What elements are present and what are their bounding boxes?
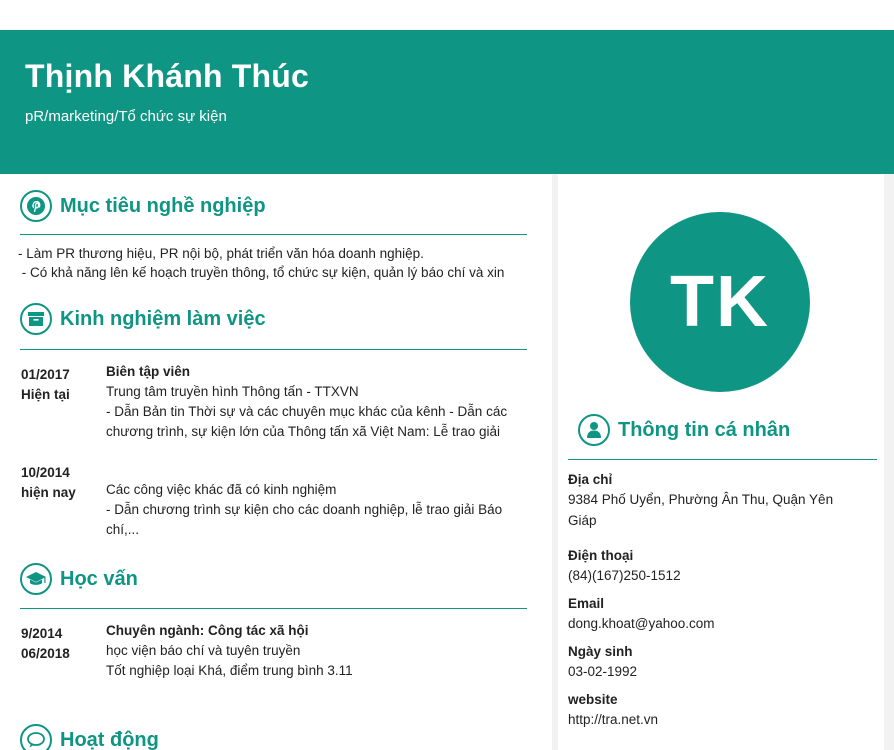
personal-divider [568, 459, 877, 460]
experience-1-end: Hiện tại [21, 387, 70, 402]
section-objective-title: Mục tiêu nghề nghiệp [60, 194, 266, 217]
section-experience-header: Kinh nghiệm làm việc [20, 303, 266, 335]
experience-2-desc-1: - Dẫn chương trình sự kiện cho các doanh… [106, 502, 503, 517]
education-1-end: 06/2018 [21, 646, 70, 661]
education-1-school: học viện báo chí và tuyên truyền [106, 643, 301, 658]
section-activities-header: Hoạt động [20, 724, 159, 750]
address-label: Địa chỉ [568, 472, 613, 487]
website-label: website [568, 692, 618, 707]
header-banner: Thịnh Khánh Thúc pR/marketing/Tổ chức sự… [0, 30, 894, 174]
address-line-2: Giáp [568, 513, 597, 528]
archive-box-icon [20, 303, 52, 335]
birthday-value: 03-02-1992 [568, 664, 638, 679]
candidate-role: pR/marketing/Tổ chức sự kiện [25, 108, 227, 125]
section-education-header: Học vấn [20, 563, 138, 595]
experience-divider [20, 349, 527, 350]
main-column: Mục tiêu nghề nghiệp - Làm PR thương hiệ… [0, 174, 552, 750]
phone-value: (84)(167)250-1512 [568, 568, 681, 583]
phone-label: Điện thoại [568, 548, 634, 563]
experience-2-desc-2: chí,... [106, 522, 140, 537]
avatar-initials: TK [670, 262, 770, 342]
user-icon [578, 414, 610, 446]
section-personal-title: Thông tin cá nhân [618, 418, 791, 441]
address-line-1: 9384 Phố Uyển, Phường Ân Thu, Quận Yên [568, 492, 834, 507]
experience-1-start: 01/2017 [21, 367, 70, 382]
section-objective-header: Mục tiêu nghề nghiệp [20, 190, 266, 222]
section-personal-header: Thông tin cá nhân [578, 414, 790, 446]
education-1-start: 9/2014 [21, 626, 63, 641]
graduation-cap-icon [20, 563, 52, 595]
sidebar-panel: TK Thông tin cá nhân Địa chỉ 9384 Phố Uy… [558, 174, 884, 750]
education-divider [20, 608, 527, 609]
section-education-title: Học vấn [60, 567, 138, 590]
experience-1-desc-2: chương trình, sự kiện lớn của Thông tấn … [106, 424, 500, 439]
email-value[interactable]: dong.khoat@yahoo.com [568, 614, 715, 634]
experience-1-position: Biên tập viên [106, 364, 191, 379]
email-label: Email [568, 596, 605, 611]
birthday-label: Ngày sinh [568, 644, 633, 659]
education-1-note: Tốt nghiệp loại Khá, điểm trung bình 3.1… [106, 663, 353, 678]
objective-line-1: - Làm PR thương hiệu, PR nội bộ, phát tr… [18, 246, 424, 261]
pinterest-icon [20, 190, 52, 222]
objective-line-2: - Có khả năng lên kế hoạch truyền thông,… [18, 265, 505, 280]
speech-bubble-icon [20, 724, 52, 750]
experience-2-start: 10/2014 [21, 465, 70, 480]
candidate-name: Thịnh Khánh Thúc [25, 58, 310, 94]
experience-2-company: Các công việc khác đã có kinh nghiệm [106, 482, 337, 497]
objective-divider [20, 234, 527, 235]
section-experience-title: Kinh nghiệm làm việc [60, 307, 266, 330]
website-link[interactable]: http://tra.net.vn [568, 710, 658, 730]
sidebar-column: TK Thông tin cá nhân Địa chỉ 9384 Phố Uy… [552, 174, 894, 750]
education-1-major: Chuyên ngành: Công tác xã hội [106, 623, 309, 638]
avatar: TK [630, 212, 810, 392]
experience-2-end: hiện nay [21, 485, 76, 500]
section-activities-title: Hoạt động [60, 728, 159, 750]
experience-1-desc-1: - Dẫn Bản tin Thời sự và các chuyên mục … [106, 404, 508, 419]
experience-1-company: Trung tâm truyền hình Thông tấn - TTXVN [106, 384, 359, 399]
